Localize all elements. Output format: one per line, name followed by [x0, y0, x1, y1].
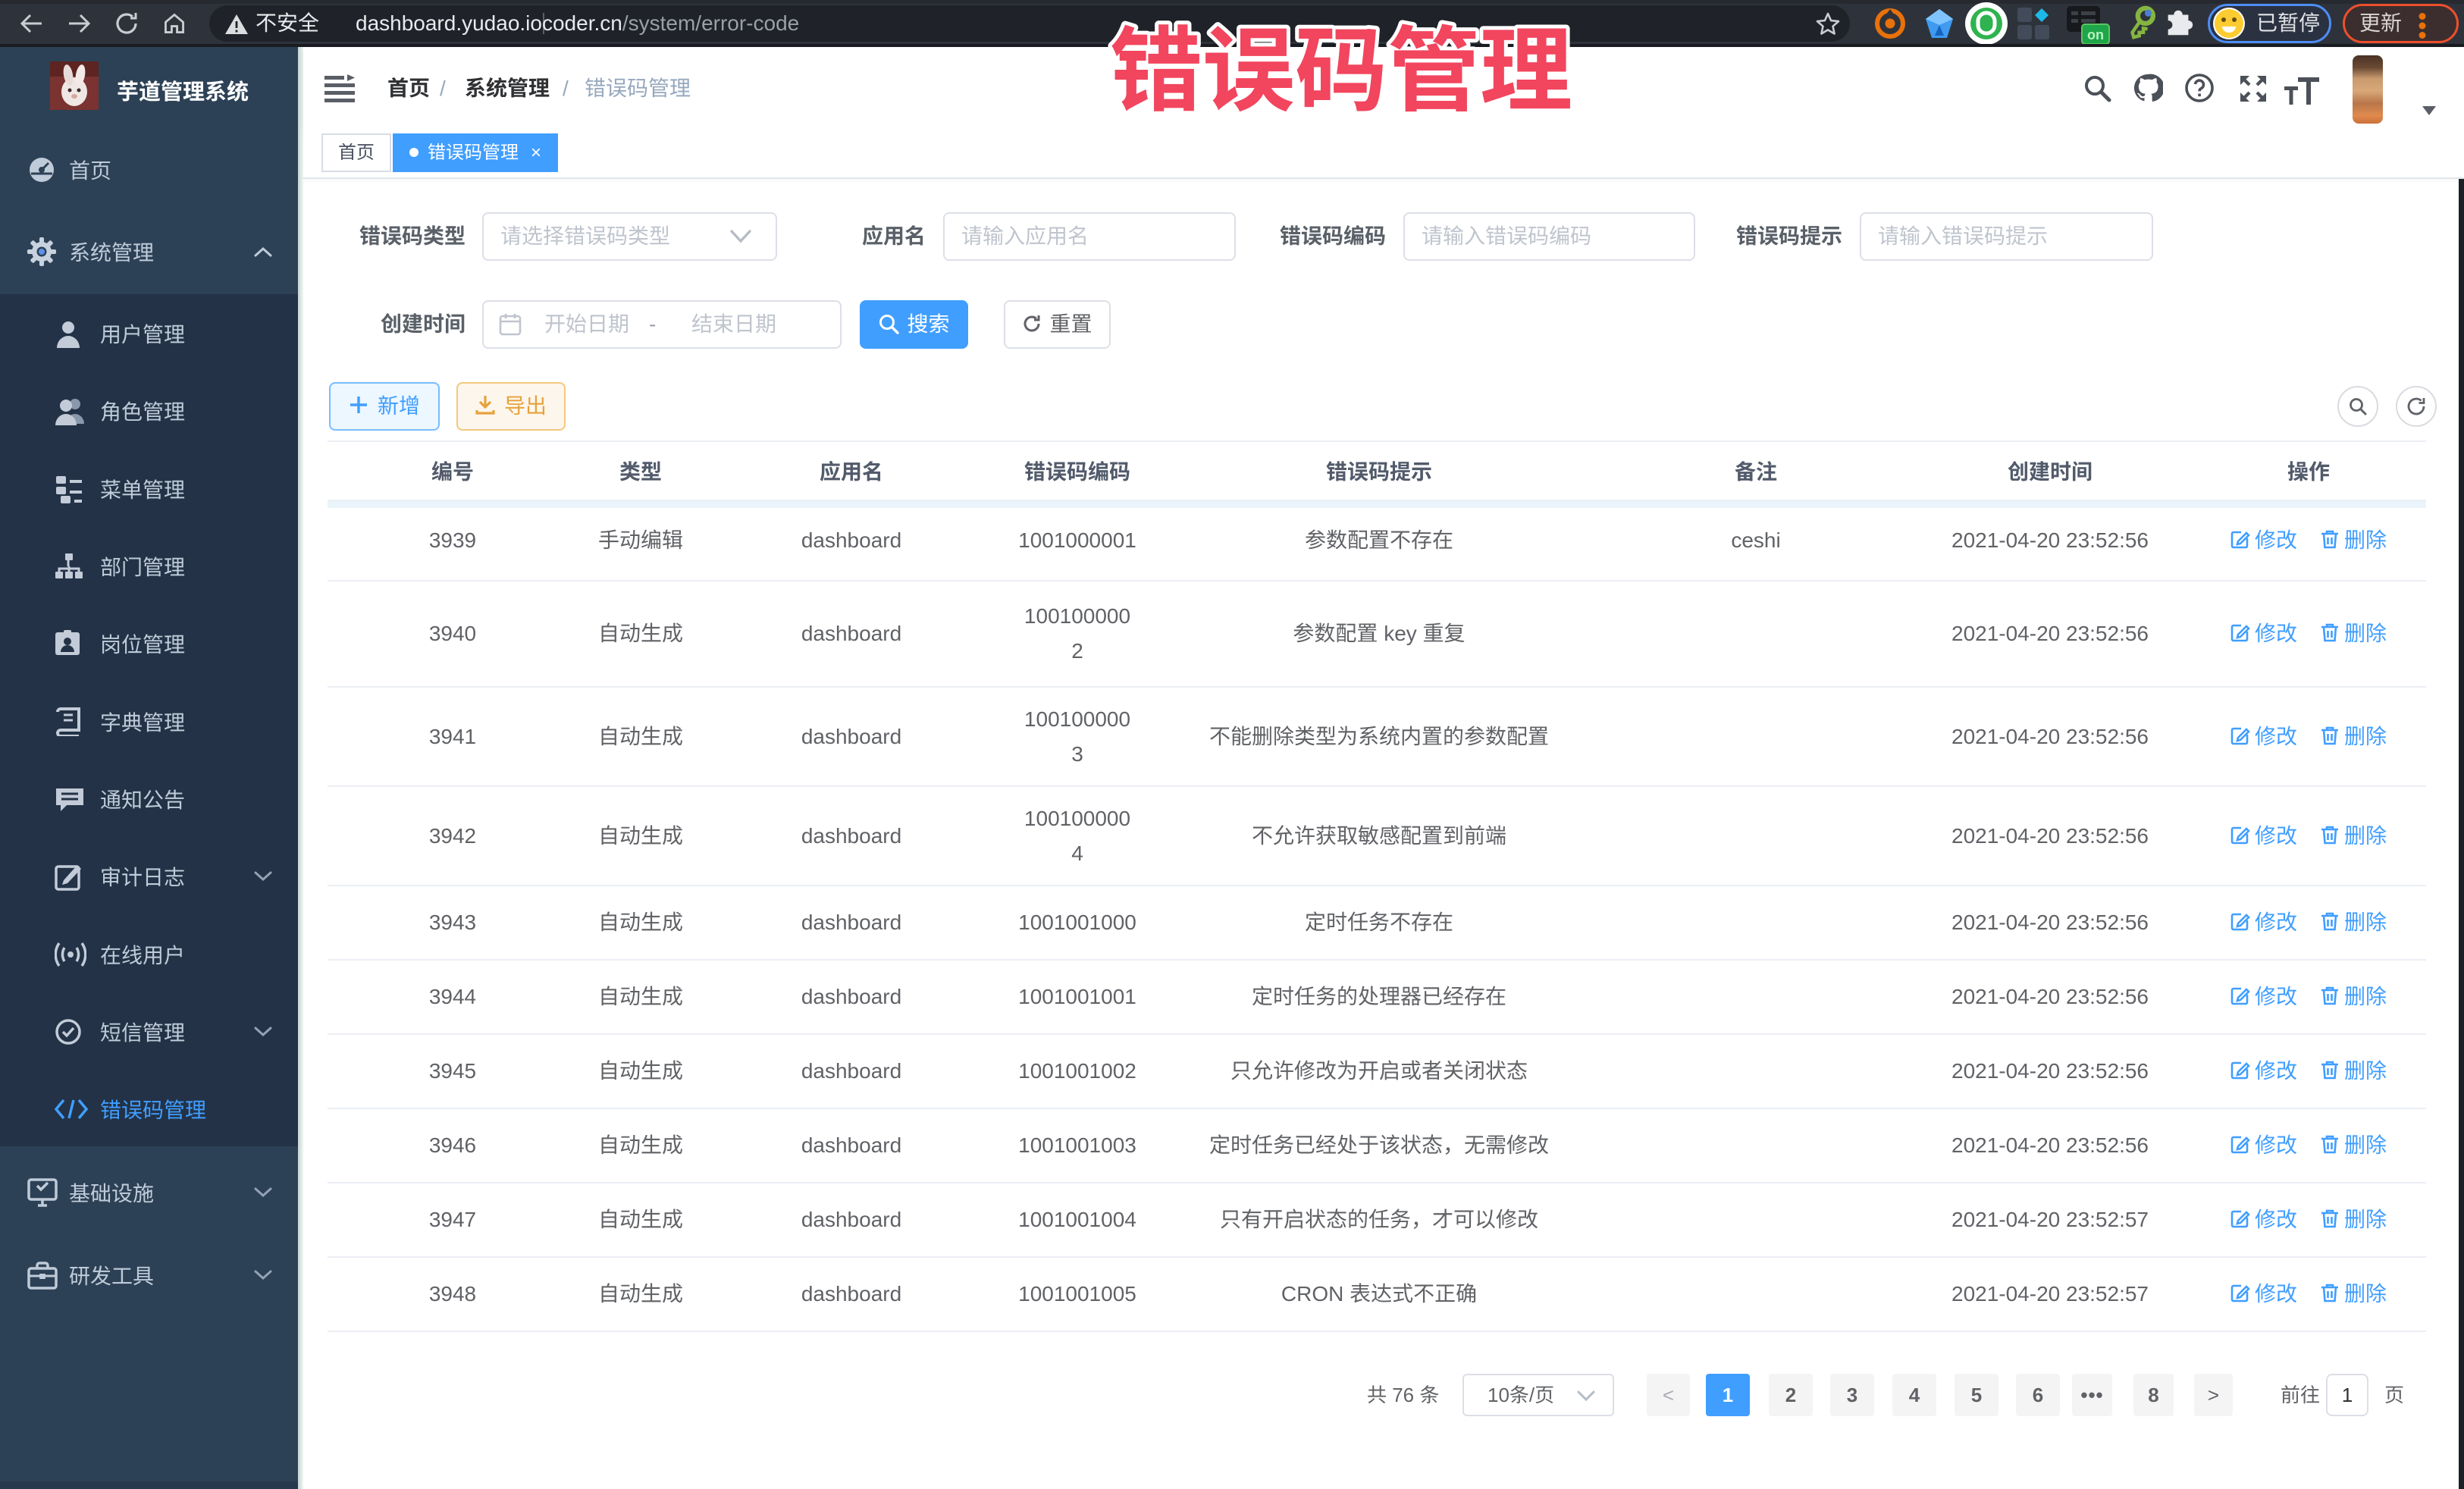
svg-text:错误码管理: 错误码管理 [1110, 6, 1572, 127]
svg-text:on: on [2087, 27, 2104, 42]
